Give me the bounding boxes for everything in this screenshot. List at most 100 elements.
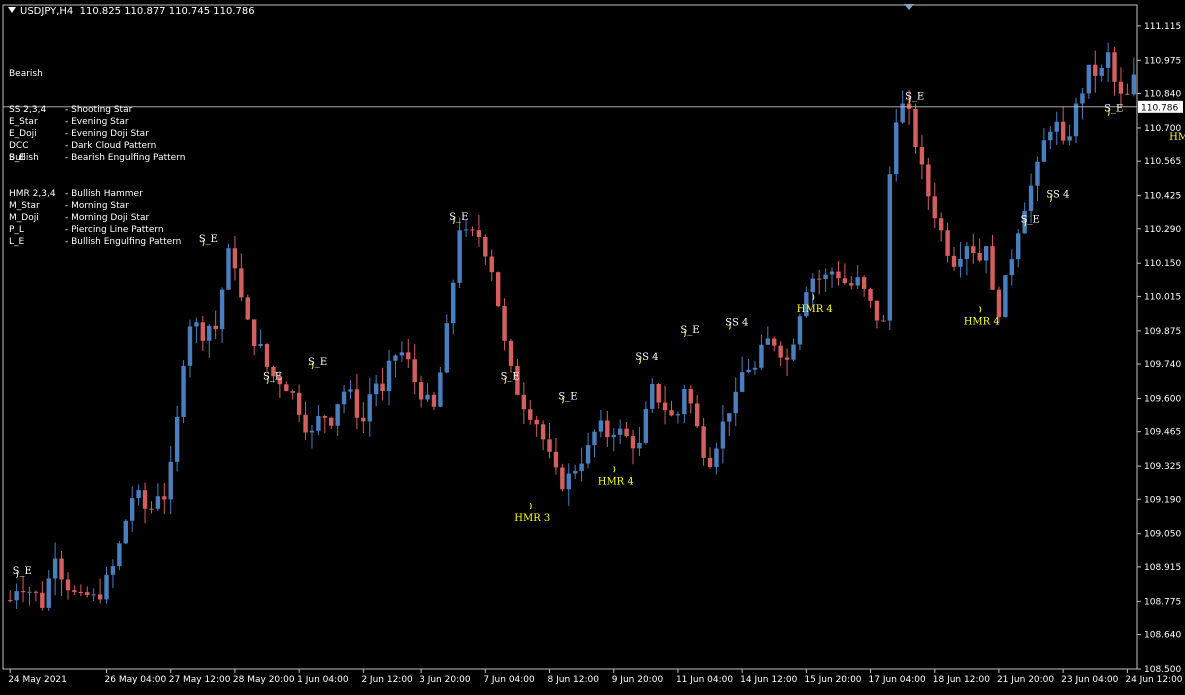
bear-candle[interactable] [40, 592, 45, 608]
bull-candle[interactable] [1086, 64, 1092, 94]
bull-candle[interactable] [829, 271, 835, 275]
bull-candle[interactable] [1067, 136, 1072, 141]
bear-candle[interactable] [251, 319, 257, 346]
bear-candle[interactable] [688, 389, 693, 404]
bear-candle[interactable] [508, 340, 514, 366]
bull-candle[interactable] [316, 416, 321, 431]
bear-candle[interactable] [476, 230, 482, 237]
bull-candle[interactable] [1035, 161, 1040, 186]
bull-candle[interactable] [791, 344, 796, 360]
bull-candle[interactable] [27, 591, 32, 593]
bear-candle[interactable] [630, 436, 636, 449]
bear-candle[interactable] [656, 383, 661, 403]
bull-candle[interactable] [258, 344, 263, 346]
bull-candle[interactable] [168, 461, 173, 500]
bear-candle[interactable] [605, 420, 610, 438]
bull-candle[interactable] [797, 316, 803, 345]
bear-candle[interactable] [528, 409, 533, 420]
bull-candle[interactable] [675, 414, 681, 416]
bear-candle[interactable] [1093, 64, 1098, 76]
bear-candle[interactable] [264, 344, 270, 367]
bull-candle[interactable] [1073, 103, 1079, 137]
bear-candle[interactable] [971, 246, 976, 254]
bull-candle[interactable] [309, 430, 315, 433]
bull-candle[interactable] [444, 323, 450, 373]
bull-candle[interactable] [720, 421, 726, 449]
bull-candle[interactable] [187, 326, 193, 366]
bear-candle[interactable] [412, 359, 417, 383]
bear-candle[interactable] [33, 591, 39, 593]
bull-candle[interactable] [733, 391, 738, 414]
bear-candle[interactable] [945, 230, 950, 256]
bull-candle[interactable] [823, 274, 828, 280]
bull-candle[interactable] [894, 122, 899, 175]
bear-candle[interactable] [296, 392, 302, 415]
bull-candle[interactable] [958, 258, 963, 267]
bear-candle[interactable] [72, 590, 77, 592]
bear-candle[interactable] [149, 508, 154, 510]
bull-candle[interactable] [207, 325, 212, 341]
bull-candle[interactable] [1028, 185, 1034, 211]
bull-candle[interactable] [226, 248, 231, 290]
bear-candle[interactable] [547, 439, 552, 452]
bear-candle[interactable] [361, 417, 366, 422]
bear-candle[interactable] [707, 457, 713, 467]
bear-candle[interactable] [861, 277, 867, 289]
bear-candle[interactable] [380, 383, 385, 392]
bull-candle[interactable] [598, 420, 604, 432]
bear-candle[interactable] [470, 229, 475, 231]
bear-candle[interactable] [990, 246, 995, 290]
bull-candle[interactable] [1048, 131, 1053, 141]
bear-candle[interactable] [1060, 121, 1066, 141]
bull-candle[interactable] [1131, 74, 1136, 95]
bull-candle[interactable] [181, 365, 186, 417]
bear-candle[interactable] [906, 103, 912, 109]
bull-candle[interactable] [335, 404, 340, 426]
bear-candle[interactable] [913, 108, 918, 148]
bull-candle[interactable] [900, 103, 905, 123]
bear-candle[interactable] [694, 403, 700, 427]
bear-candle[interactable] [8, 600, 13, 602]
bear-candle[interactable] [938, 218, 944, 231]
bull-candle[interactable] [110, 566, 116, 575]
bull-candle[interactable] [386, 360, 392, 392]
bull-candle[interactable] [155, 496, 161, 509]
bull-candle[interactable] [650, 383, 655, 409]
bull-candle[interactable] [399, 352, 405, 356]
bear-candle[interactable] [245, 297, 250, 320]
bear-candle[interactable] [162, 496, 167, 500]
bear-candle[interactable] [502, 306, 507, 341]
bear-candle[interactable] [701, 426, 706, 458]
bull-candle[interactable] [964, 246, 970, 259]
bear-candle[interactable] [836, 271, 841, 279]
bear-candle[interactable] [662, 402, 668, 411]
bear-candle[interactable] [495, 272, 501, 307]
bear-candle[interactable] [213, 325, 218, 330]
bull-candle[interactable] [855, 277, 860, 286]
bear-candle[interactable] [624, 428, 629, 437]
bear-candle[interactable] [59, 558, 64, 580]
bear-candle[interactable] [483, 236, 488, 257]
bull-candle[interactable] [219, 289, 225, 330]
bull-candle[interactable] [425, 394, 430, 400]
bear-candle[interactable] [1112, 52, 1117, 82]
bull-candle[interactable] [1041, 140, 1047, 162]
bull-candle[interactable] [52, 558, 58, 579]
bear-candle[interactable] [142, 490, 148, 509]
bull-candle[interactable] [746, 369, 751, 373]
bear-candle[interactable] [919, 147, 925, 165]
dropdown-triangle-icon[interactable] [8, 7, 16, 13]
bull-candle[interactable] [579, 463, 584, 471]
bear-candle[interactable] [97, 594, 103, 600]
bear-candle[interactable] [290, 391, 295, 393]
bull-candle[interactable] [451, 282, 456, 324]
bear-candle[interactable] [322, 416, 328, 418]
bear-candle[interactable] [932, 196, 937, 219]
bull-candle[interactable] [727, 413, 732, 422]
bear-candle[interactable] [85, 592, 90, 595]
bull-candle[interactable] [341, 391, 347, 405]
bear-candle[interactable] [354, 389, 360, 418]
bull-candle[interactable] [637, 442, 642, 449]
bear-candle[interactable] [78, 591, 84, 593]
bear-candle[interactable] [65, 579, 71, 591]
